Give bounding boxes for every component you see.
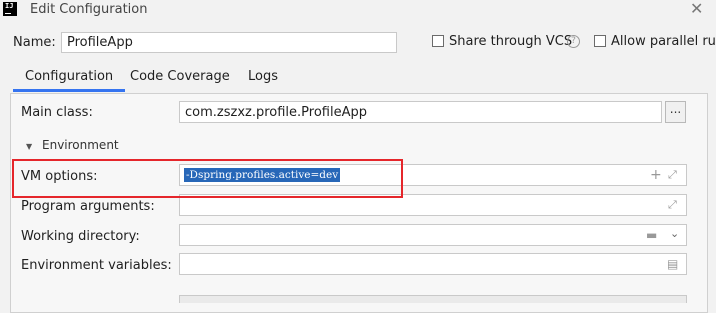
main-class-value: com.zszxz.profile.ProfileApp bbox=[185, 105, 367, 120]
working-directory-field[interactable]: ▬ ⌄ bbox=[179, 224, 687, 246]
folder-icon[interactable]: ▬ bbox=[646, 229, 657, 241]
share-vcs-checkbox[interactable] bbox=[432, 35, 444, 47]
main-class-field[interactable]: com.zszxz.profile.ProfileApp bbox=[179, 101, 662, 123]
highlight-annotation bbox=[12, 159, 403, 198]
collapse-arrow-icon[interactable]: ▼ bbox=[26, 142, 32, 151]
intellij-app-icon: IJ bbox=[3, 2, 17, 16]
tab-configuration[interactable]: Configuration bbox=[13, 64, 126, 92]
tab-code-coverage[interactable]: Code Coverage bbox=[130, 64, 230, 92]
chevron-down-icon[interactable]: ⌄ bbox=[670, 228, 679, 240]
expand-icon[interactable]: ⤢ bbox=[668, 169, 677, 181]
share-vcs-label[interactable]: Share through VCS bbox=[449, 34, 572, 49]
main-class-label: Main class: bbox=[21, 105, 93, 120]
window-title: Edit Configuration bbox=[30, 2, 148, 17]
tab-code-coverage-label: Code Coverage bbox=[130, 69, 230, 84]
allow-parallel-run-label[interactable]: Allow parallel run bbox=[611, 34, 716, 49]
close-icon[interactable]: ✕ bbox=[690, 1, 703, 17]
program-arguments-label: Program arguments: bbox=[21, 199, 155, 214]
add-icon[interactable]: + bbox=[650, 168, 662, 182]
help-icon[interactable]: ? bbox=[567, 35, 580, 48]
name-label: Name: bbox=[13, 35, 56, 50]
working-directory-label: Working directory: bbox=[21, 229, 140, 244]
expand-icon[interactable]: ⤢ bbox=[668, 199, 677, 211]
document-icon[interactable]: ▤ bbox=[667, 258, 678, 270]
allow-parallel-run-checkbox[interactable] bbox=[594, 35, 606, 47]
name-input-value: ProfileApp bbox=[67, 35, 133, 50]
environment-variables-label: Environment variables: bbox=[21, 258, 172, 273]
tab-logs-label: Logs bbox=[248, 69, 278, 84]
environment-section-label[interactable]: Environment bbox=[42, 138, 119, 152]
next-field[interactable] bbox=[179, 295, 687, 303]
tab-logs[interactable]: Logs bbox=[248, 64, 278, 92]
tab-configuration-label: Configuration bbox=[25, 69, 114, 84]
title-bar: IJ Edit Configuration ✕ bbox=[0, 0, 716, 22]
tab-bar: Configuration Code Coverage Logs bbox=[0, 64, 716, 92]
name-input[interactable]: ProfileApp bbox=[61, 32, 397, 53]
environment-variables-field[interactable]: ▤ bbox=[179, 253, 687, 275]
browse-main-class-button[interactable]: ... bbox=[665, 101, 686, 123]
app-icon-text: IJ bbox=[5, 2, 14, 10]
